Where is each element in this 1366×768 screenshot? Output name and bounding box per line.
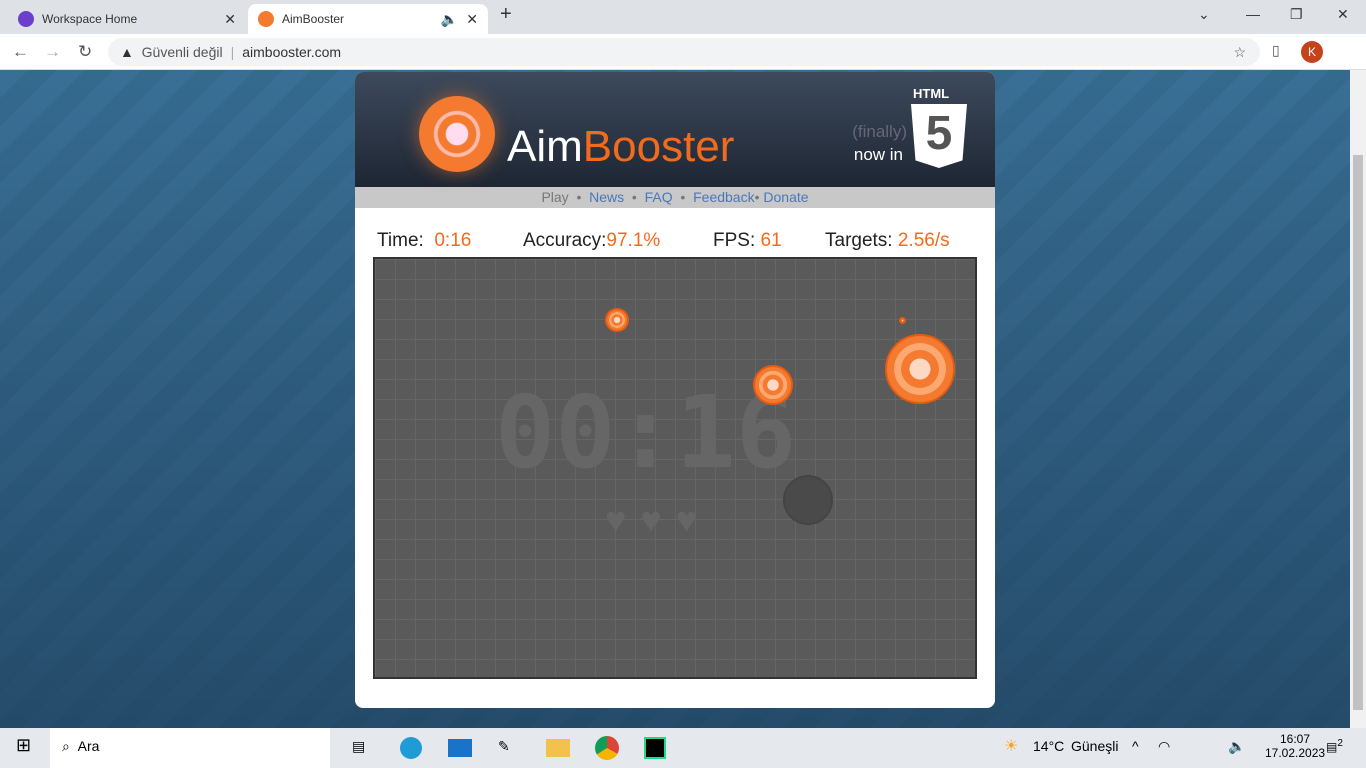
tab-aimbooster[interactable]: AimBooster 🔈 ✕ (248, 4, 488, 34)
html5-shield-icon: 5 (911, 104, 967, 168)
finally-text: (finally) (852, 122, 907, 141)
fps-stat: FPS: 61 (713, 230, 782, 251)
edge-icon[interactable] (400, 737, 422, 759)
tab-workspace-home[interactable]: Workspace Home ✕ (8, 4, 246, 34)
scrollbar[interactable] (1350, 70, 1366, 728)
weather-icon: ☀ (1004, 738, 1019, 755)
cursor-crosshair (783, 475, 833, 525)
weather-text[interactable]: Güneşli (1071, 738, 1118, 754)
target[interactable] (605, 308, 629, 332)
minimize-button[interactable]: — (1246, 6, 1260, 22)
nav-play[interactable]: Play (541, 189, 568, 205)
game-arena[interactable]: 00:16 ♥♥♥ (373, 257, 977, 679)
arena-clock: 00:16 (495, 374, 797, 491)
chrome-icon[interactable] (595, 736, 619, 760)
lives-hearts-icon: ♥♥♥ (605, 499, 712, 540)
url-field[interactable]: ▲ Güvenli değil | aimbooster.com ☆ (108, 38, 1260, 66)
windows-start-icon[interactable]: ⊞ (16, 735, 31, 756)
chevron-up-icon[interactable]: ^ (1132, 738, 1139, 754)
wifi-icon[interactable]: ◠ (1158, 738, 1170, 755)
search-icon: ⌕ (62, 738, 70, 754)
workspace-icon (18, 11, 34, 27)
tab-title: AimBooster (282, 12, 345, 26)
target[interactable] (753, 365, 793, 405)
url-text: aimbooster.com (242, 44, 342, 60)
restore-button[interactable]: ❐ (1290, 6, 1303, 23)
mail-icon[interactable] (448, 739, 472, 757)
tab-strip: Workspace Home ✕ AimBooster 🔈 ✕ + ⌄ — ❐ ✕ (0, 0, 1366, 34)
notifications-icon[interactable]: ▤2 (1326, 738, 1343, 754)
bookmark-star-icon[interactable]: ☆ (1233, 44, 1246, 61)
new-tab-button[interactable]: + (500, 3, 512, 26)
pen-icon[interactable]: ✎ (498, 738, 510, 755)
clock[interactable]: 16:07 17.02.2023 (1265, 732, 1325, 760)
logo-target-icon (419, 96, 495, 172)
accuracy-stat: Accuracy:97.1% (523, 230, 661, 251)
side-panel-icon[interactable]: ▯ (1272, 42, 1280, 59)
close-window-button[interactable]: ✕ (1337, 6, 1349, 23)
site-nav: Play • News • FAQ • Feedback• Donate (355, 187, 995, 208)
back-button[interactable]: ← (12, 42, 29, 62)
taskbar: ⊞ ⌕ Ara ▤ ✎ ☀ 14°C Güneşli ^ ◠ 🔈 16:07 17… (0, 728, 1366, 768)
warning-icon: ▲ (120, 44, 142, 60)
weather-temp[interactable]: 14°C (1033, 738, 1064, 754)
target[interactable] (899, 317, 906, 324)
aimbooster-panel: AimBooster (finally) now in HTML 5 Play … (355, 72, 995, 708)
site-header: AimBooster (finally) now in HTML 5 (355, 72, 995, 187)
taskbar-search[interactable]: ⌕ Ara (50, 728, 330, 768)
nav-feedback[interactable]: Feedback (693, 189, 754, 205)
audio-icon[interactable]: 🔈 (441, 11, 458, 28)
time-stat: Time: 0:16 (377, 230, 472, 251)
volume-icon[interactable]: 🔈 (1228, 738, 1245, 755)
tab-title: Workspace Home (42, 12, 138, 26)
tab-search-icon[interactable]: ⌄ (1198, 6, 1210, 23)
file-explorer-icon[interactable] (546, 739, 570, 757)
pycharm-icon[interactable] (644, 737, 666, 759)
reload-button[interactable]: ↻ (78, 42, 92, 62)
logo-text: AimBooster (507, 122, 735, 171)
task-view-icon[interactable]: ▤ (352, 738, 365, 755)
target[interactable] (885, 334, 955, 404)
aimbooster-icon (258, 11, 274, 27)
nav-donate[interactable]: Donate (763, 189, 808, 205)
targets-stat: Targets: 2.56/s (825, 230, 950, 251)
now-in-text: now in (853, 145, 903, 164)
close-icon[interactable]: ✕ (224, 11, 236, 28)
forward-button[interactable]: → (44, 42, 61, 62)
html5-label: HTML (913, 86, 950, 101)
security-label[interactable]: Güvenli değil (142, 44, 223, 60)
address-bar: ← → ↻ ▲ Güvenli değil | aimbooster.com ☆ ▯… (0, 34, 1366, 70)
nav-news[interactable]: News (589, 189, 624, 205)
avatar[interactable]: K (1301, 41, 1323, 63)
close-icon[interactable]: ✕ (466, 11, 478, 28)
nav-faq[interactable]: FAQ (645, 189, 673, 205)
